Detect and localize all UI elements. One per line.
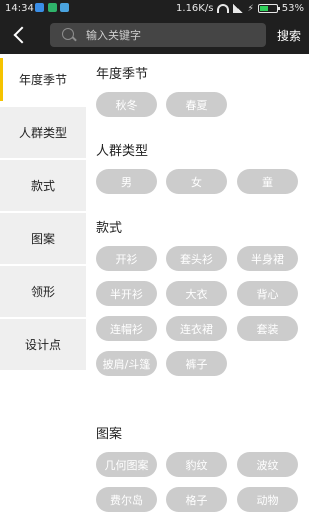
filter-tag[interactable]: 套头衫 [166,246,227,271]
battery-fill [259,6,268,11]
search-box[interactable] [50,23,266,47]
sidebar: 年度季节 人群类型 款式 图案 领形 设计点 [0,54,86,515]
notification-icon [48,3,57,12]
tag-panel: 年度季节秋冬 春夏人群类型男女童款式开衫 套头衫 半身裙半开衫 大衣 背心连帽衫 连衣裙 套装… [86,54,309,515]
back-icon[interactable] [10,24,32,46]
filter-tag[interactable]: 男 [96,169,157,194]
battery-icon [257,4,280,13]
filter-tag[interactable]: 秋冬 [96,92,157,117]
nav-row: 搜索 [0,18,309,54]
section-title: 款式 [96,221,123,236]
filter-tag[interactable]: 套装 [237,316,298,341]
filter-tag[interactable]: 裤子 [166,351,227,376]
sidebar-item[interactable]: 图案 [0,213,86,264]
filter-tag[interactable]: 动物 [237,487,298,512]
filter-tag[interactable]: 连衣裙 [166,316,227,341]
filter-tag[interactable]: 大衣 [166,281,227,306]
notification-icon [35,3,44,12]
signal-icon [233,4,244,13]
filter-tag[interactable]: 春夏 [166,92,227,117]
top-bar: 14:34 1.16K/s ⚡ 53% 搜索 [0,0,309,54]
battery-percent: 53% [281,3,304,14]
status-bar: 14:34 1.16K/s ⚡ 53% [0,0,309,18]
status-time: 14:34 [5,3,34,14]
filter-tag[interactable]: 连帽衫 [96,316,157,341]
filter-tag[interactable]: 费尔岛 [96,487,157,512]
section-title: 年度季节 [96,67,149,82]
sidebar-item[interactable]: 领形 [0,266,86,317]
section-title: 人群类型 [96,144,149,159]
filter-tag[interactable]: 格子 [166,487,227,512]
filter-tag[interactable]: 披肩/斗篷 [96,351,157,376]
status-right: 1.16K/s ⚡ 53% [176,3,304,14]
charging-icon: ⚡ [247,3,254,14]
filter-tag[interactable]: 女 [166,169,227,194]
search-button[interactable]: 搜索 [277,27,301,44]
filter-tag[interactable]: 半开衫 [96,281,157,306]
sidebar-item[interactable]: 设计点 [0,319,86,370]
wifi-icon [217,4,230,13]
network-speed: 1.16K/s [176,3,214,14]
sidebar-item[interactable]: 款式 [0,160,86,211]
filter-tag[interactable]: 背心 [237,281,298,306]
sidebar-item[interactable]: 人群类型 [0,107,86,158]
filter-tag[interactable]: 开衫 [96,246,157,271]
filter-tag[interactable]: 豹纹 [166,452,227,477]
filter-tag[interactable]: 童 [237,169,298,194]
filter-tag[interactable]: 波纹 [237,452,298,477]
search-icon [62,28,74,40]
section-title: 图案 [96,427,123,442]
sidebar-item[interactable]: 年度季节 [0,54,86,105]
filter-tag[interactable]: 半身裙 [237,246,298,271]
filter-tag[interactable]: 几何图案 [96,452,157,477]
android-icon [60,3,69,12]
search-input[interactable] [86,23,261,47]
